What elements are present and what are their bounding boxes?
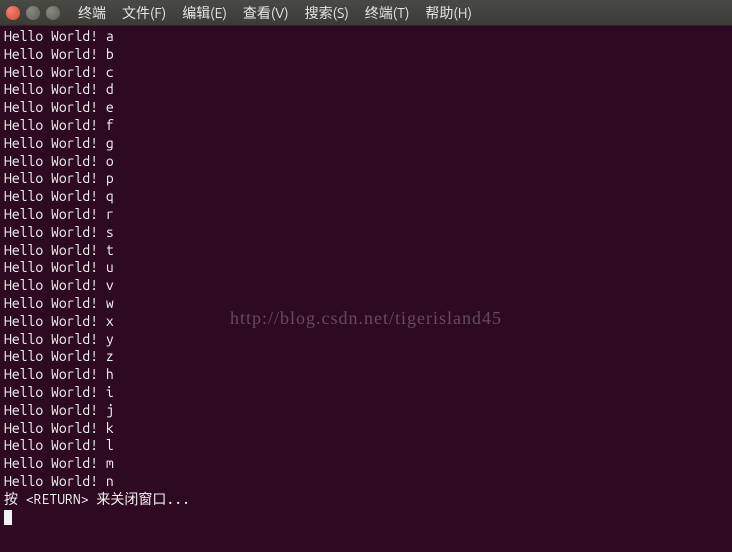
terminal-line: Hello World! o	[4, 153, 728, 171]
terminal-line: Hello World! r	[4, 206, 728, 224]
terminal-line: Hello World! b	[4, 46, 728, 64]
press-return-prompt: 按 <RETURN> 来关闭窗口...	[4, 491, 728, 509]
cursor-line	[4, 509, 728, 527]
terminal-line: Hello World! j	[4, 402, 728, 420]
terminal-line: Hello World! q	[4, 188, 728, 206]
menu-view[interactable]: 查看(V)	[237, 1, 295, 25]
window-controls	[6, 6, 60, 20]
terminal-line: Hello World! a	[4, 28, 728, 46]
terminal-line: Hello World! w	[4, 295, 728, 313]
terminal-line: Hello World! n	[4, 473, 728, 491]
terminal-line: Hello World! z	[4, 348, 728, 366]
terminal-line: Hello World! v	[4, 277, 728, 295]
menubar: 终端 文件(F) 编辑(E) 查看(V) 搜索(S) 终端(T) 帮助(H)	[72, 1, 478, 25]
menu-file[interactable]: 文件(F)	[116, 1, 172, 25]
terminal-line: Hello World! p	[4, 170, 728, 188]
terminal-line: Hello World! d	[4, 81, 728, 99]
terminal-line: Hello World! u	[4, 259, 728, 277]
terminal-line: Hello World! h	[4, 366, 728, 384]
terminal-line: Hello World! e	[4, 99, 728, 117]
terminal-line: Hello World! k	[4, 420, 728, 438]
terminal-line: Hello World! f	[4, 117, 728, 135]
maximize-icon[interactable]	[46, 6, 60, 20]
terminal-output[interactable]: Hello World! aHello World! bHello World!…	[0, 26, 732, 528]
terminal-line: Hello World! t	[4, 242, 728, 260]
terminal-line: Hello World! l	[4, 437, 728, 455]
menu-edit[interactable]: 编辑(E)	[176, 1, 233, 25]
terminal-line: Hello World! x	[4, 313, 728, 331]
terminal-line: Hello World! y	[4, 331, 728, 349]
menu-terminal[interactable]: 终端(T)	[359, 1, 416, 25]
terminal-line: Hello World! c	[4, 64, 728, 82]
terminal-line: Hello World! m	[4, 455, 728, 473]
terminal-line: Hello World! s	[4, 224, 728, 242]
menu-search[interactable]: 搜索(S)	[299, 1, 355, 25]
cursor	[4, 510, 12, 525]
minimize-icon[interactable]	[26, 6, 40, 20]
menu-help[interactable]: 帮助(H)	[419, 1, 478, 25]
app-label: 终端	[72, 1, 112, 25]
titlebar: 终端 文件(F) 编辑(E) 查看(V) 搜索(S) 终端(T) 帮助(H)	[0, 0, 732, 26]
close-icon[interactable]	[6, 6, 20, 20]
terminal-line: Hello World! i	[4, 384, 728, 402]
terminal-line: Hello World! g	[4, 135, 728, 153]
